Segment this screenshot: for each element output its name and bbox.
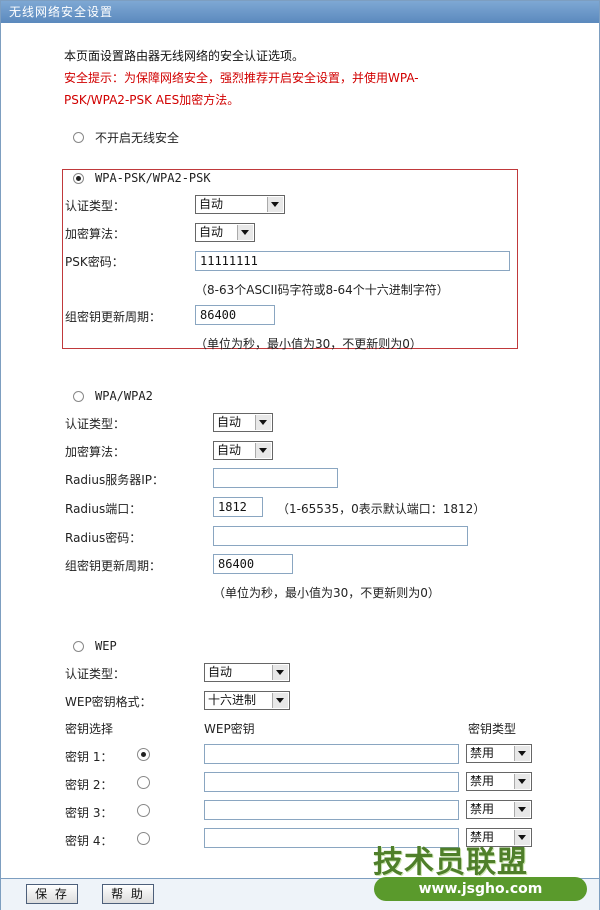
key2-type-select[interactable]: 禁用 bbox=[466, 772, 532, 791]
col-wep-key: WEP密钥 bbox=[204, 722, 255, 736]
chevron-down-icon bbox=[514, 802, 530, 817]
watermark-logo-text: 技术员联盟 bbox=[373, 845, 528, 880]
wep-auth-type-value: 自动 bbox=[208, 665, 233, 679]
key1-label: 密钥 1： bbox=[65, 750, 113, 764]
chevron-down-icon bbox=[272, 693, 288, 708]
chevron-down-icon bbox=[267, 197, 283, 212]
no-security-label: 不开启无线安全 bbox=[95, 131, 180, 145]
psk-password-input[interactable]: 11111111 bbox=[195, 251, 510, 271]
wpa-psk-auth-type-select[interactable]: 自动 bbox=[195, 195, 285, 214]
radius-password-label: Radius密码： bbox=[65, 531, 142, 545]
wpa-encryption-label: 加密算法： bbox=[65, 445, 126, 459]
wep-radio[interactable] bbox=[73, 641, 84, 652]
chevron-down-icon bbox=[237, 225, 253, 240]
intro-text: 本页面设置路由器无线网络的安全认证选项。 bbox=[64, 49, 305, 63]
key1-type-value: 禁用 bbox=[470, 746, 495, 760]
wpa-group-key-label: 组密钥更新周期： bbox=[65, 559, 162, 573]
key3-input[interactable] bbox=[204, 800, 459, 820]
radius-port-label: Radius端口： bbox=[65, 502, 142, 516]
chevron-down-icon bbox=[255, 443, 271, 458]
wpa-radio[interactable] bbox=[73, 391, 84, 402]
col-key-type: 密钥类型 bbox=[468, 722, 517, 736]
wep-key-format-value: 十六进制 bbox=[208, 693, 257, 707]
wpa-group-key-input[interactable]: 86400 bbox=[213, 554, 293, 574]
key3-type-select[interactable]: 禁用 bbox=[466, 800, 532, 819]
key2-label: 密钥 2： bbox=[65, 778, 113, 792]
radius-ip-label: Radius服务器IP： bbox=[65, 473, 165, 487]
key1-type-select[interactable]: 禁用 bbox=[466, 744, 532, 763]
psk-password-label: PSK密码： bbox=[65, 255, 124, 269]
radius-port-input[interactable]: 1812 bbox=[213, 497, 263, 517]
watermark-url: www.jsgho.com bbox=[374, 877, 587, 901]
key1-input[interactable] bbox=[204, 744, 459, 764]
help-button[interactable]: 帮 助 bbox=[102, 884, 154, 904]
key4-radio[interactable] bbox=[137, 832, 150, 845]
wep-key-format-label: WEP密钥格式： bbox=[65, 695, 152, 709]
title-bar: 无线网络安全设置 bbox=[1, 1, 599, 23]
chevron-down-icon bbox=[514, 774, 530, 789]
key2-input[interactable] bbox=[204, 772, 459, 792]
wpa-psk-group-key-input[interactable]: 86400 bbox=[195, 305, 275, 325]
chevron-down-icon bbox=[272, 665, 288, 680]
wep-label: WEP bbox=[95, 639, 117, 653]
key2-radio[interactable] bbox=[137, 776, 150, 789]
col-key-select: 密钥选择 bbox=[65, 722, 114, 736]
no-security-radio[interactable] bbox=[73, 132, 84, 143]
key4-label: 密钥 4： bbox=[65, 834, 113, 848]
radius-ip-input[interactable] bbox=[213, 468, 338, 488]
key1-radio[interactable] bbox=[137, 748, 150, 761]
window-title: 无线网络安全设置 bbox=[9, 5, 114, 19]
wpa-psk-group-key-label: 组密钥更新周期： bbox=[65, 310, 162, 324]
key3-label: 密钥 3： bbox=[65, 806, 113, 820]
wpa-psk-encryption-select[interactable]: 自动 bbox=[195, 223, 255, 242]
wpa-psk-auth-type-value: 自动 bbox=[199, 197, 224, 211]
save-button[interactable]: 保 存 bbox=[26, 884, 78, 904]
wpa-psk-encryption-label: 加密算法： bbox=[65, 227, 126, 241]
wpa-auth-type-value: 自动 bbox=[217, 415, 242, 429]
wep-auth-type-label: 认证类型： bbox=[65, 667, 126, 681]
key2-type-value: 禁用 bbox=[470, 774, 495, 788]
security-warning-line1: 安全提示：为保障网络安全，强烈推荐开启安全设置，并使用WPA- bbox=[64, 71, 419, 85]
wpa-encryption-value: 自动 bbox=[217, 443, 242, 457]
key3-radio[interactable] bbox=[137, 804, 150, 817]
chevron-down-icon bbox=[255, 415, 271, 430]
wpa-group-key-hint: （单位为秒，最小值为30，不更新则为0） bbox=[213, 586, 440, 600]
wpa-label: WPA/WPA2 bbox=[95, 389, 153, 403]
wpa-auth-type-select[interactable]: 自动 bbox=[213, 413, 273, 432]
wpa-psk-auth-type-label: 认证类型： bbox=[65, 199, 126, 213]
psk-password-hint: （8-63个ASCII码字符或8-64个十六进制字符） bbox=[195, 283, 449, 297]
wpa-psk-label: WPA-PSK/WPA2-PSK bbox=[95, 171, 211, 185]
wpa-psk-radio[interactable] bbox=[73, 173, 84, 184]
wpa-encryption-select[interactable]: 自动 bbox=[213, 441, 273, 460]
wep-auth-type-select[interactable]: 自动 bbox=[204, 663, 290, 682]
radius-port-hint: （1-65535，0表示默认端口：1812） bbox=[277, 502, 486, 516]
settings-frame: 无线网络安全设置 本页面设置路由器无线网络的安全认证选项。 安全提示：为保障网络… bbox=[0, 0, 600, 910]
wpa-psk-encryption-value: 自动 bbox=[199, 225, 224, 239]
wep-key-format-select[interactable]: 十六进制 bbox=[204, 691, 290, 710]
radius-password-input[interactable] bbox=[213, 526, 468, 546]
chevron-down-icon bbox=[514, 746, 530, 761]
wpa-psk-group-key-hint: （单位为秒，最小值为30，不更新则为0） bbox=[195, 337, 422, 351]
key3-type-value: 禁用 bbox=[470, 802, 495, 816]
wpa-auth-type-label: 认证类型： bbox=[65, 417, 126, 431]
security-warning-line2: PSK/WPA2-PSK AES加密方法。 bbox=[64, 93, 240, 107]
